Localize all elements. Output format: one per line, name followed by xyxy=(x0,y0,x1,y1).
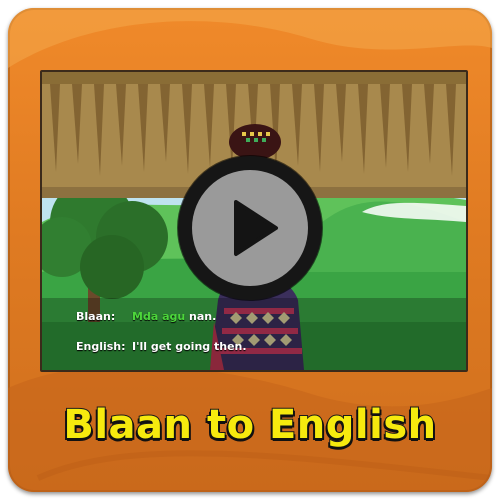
subtitle-overlay: Blaan: Mda agu nan. English: I'll get go… xyxy=(76,304,456,364)
blaan-label: Blaan: xyxy=(76,310,116,323)
blaan-text: Mda agu nan. xyxy=(132,310,216,323)
play-button[interactable] xyxy=(178,156,322,300)
blaan-highlight: Mda agu xyxy=(132,310,186,323)
blaan-rest: nan. xyxy=(185,310,217,323)
play-button-inner xyxy=(192,170,308,286)
title-text: Blaan to English xyxy=(62,401,437,449)
english-text: I'll get going then. xyxy=(132,340,247,353)
play-icon xyxy=(234,200,278,256)
english-label: English: xyxy=(76,340,126,353)
title-banner: Blaan to English xyxy=(0,395,500,455)
